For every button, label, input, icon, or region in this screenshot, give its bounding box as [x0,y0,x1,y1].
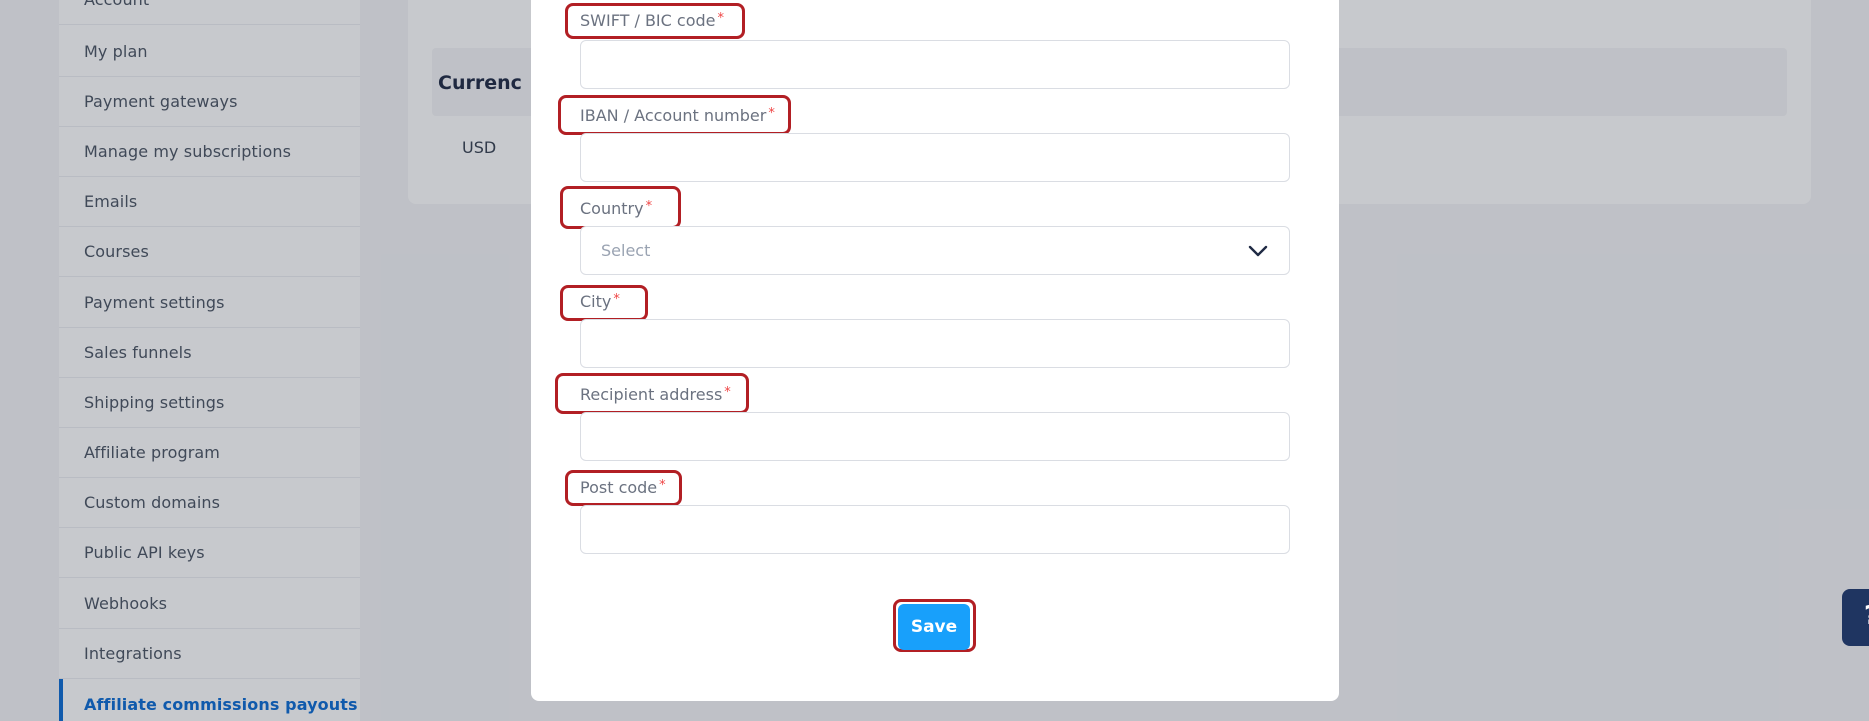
page: Account My plan Payment gateways Manage … [0,0,1869,721]
swift-label-text: SWIFT / BIC code [580,11,716,30]
iban-label: IBAN / Account number * [580,106,775,125]
chevron-down-icon [1248,245,1268,256]
help-tab[interactable]: ? [1842,589,1869,646]
recipient-address-input[interactable] [580,412,1290,461]
address-label-text: Recipient address [580,385,723,404]
post-code-input[interactable] [580,505,1290,554]
country-label: Country * [580,199,652,218]
required-mark: * [724,385,731,400]
swift-bic-input[interactable] [580,40,1290,89]
required-mark: * [645,199,653,214]
city-label: City * [580,292,620,311]
swift-label: SWIFT / BIC code * [580,11,724,30]
required-mark: * [717,11,725,26]
save-button[interactable]: Save [898,604,970,650]
postcode-label-text: Post code [580,478,658,497]
iban-label-text: IBAN / Account number [580,106,767,125]
required-mark: * [768,106,775,121]
iban-account-input[interactable] [580,133,1290,182]
required-mark: * [613,292,620,307]
country-select[interactable]: Select [580,226,1290,275]
city-label-text: City [580,292,612,311]
postcode-label: Post code * [580,478,666,497]
country-label-text: Country [580,199,644,218]
city-input[interactable] [580,319,1290,368]
country-select-value: Select [601,241,651,260]
address-label: Recipient address * [580,385,731,404]
required-mark: * [659,478,666,493]
